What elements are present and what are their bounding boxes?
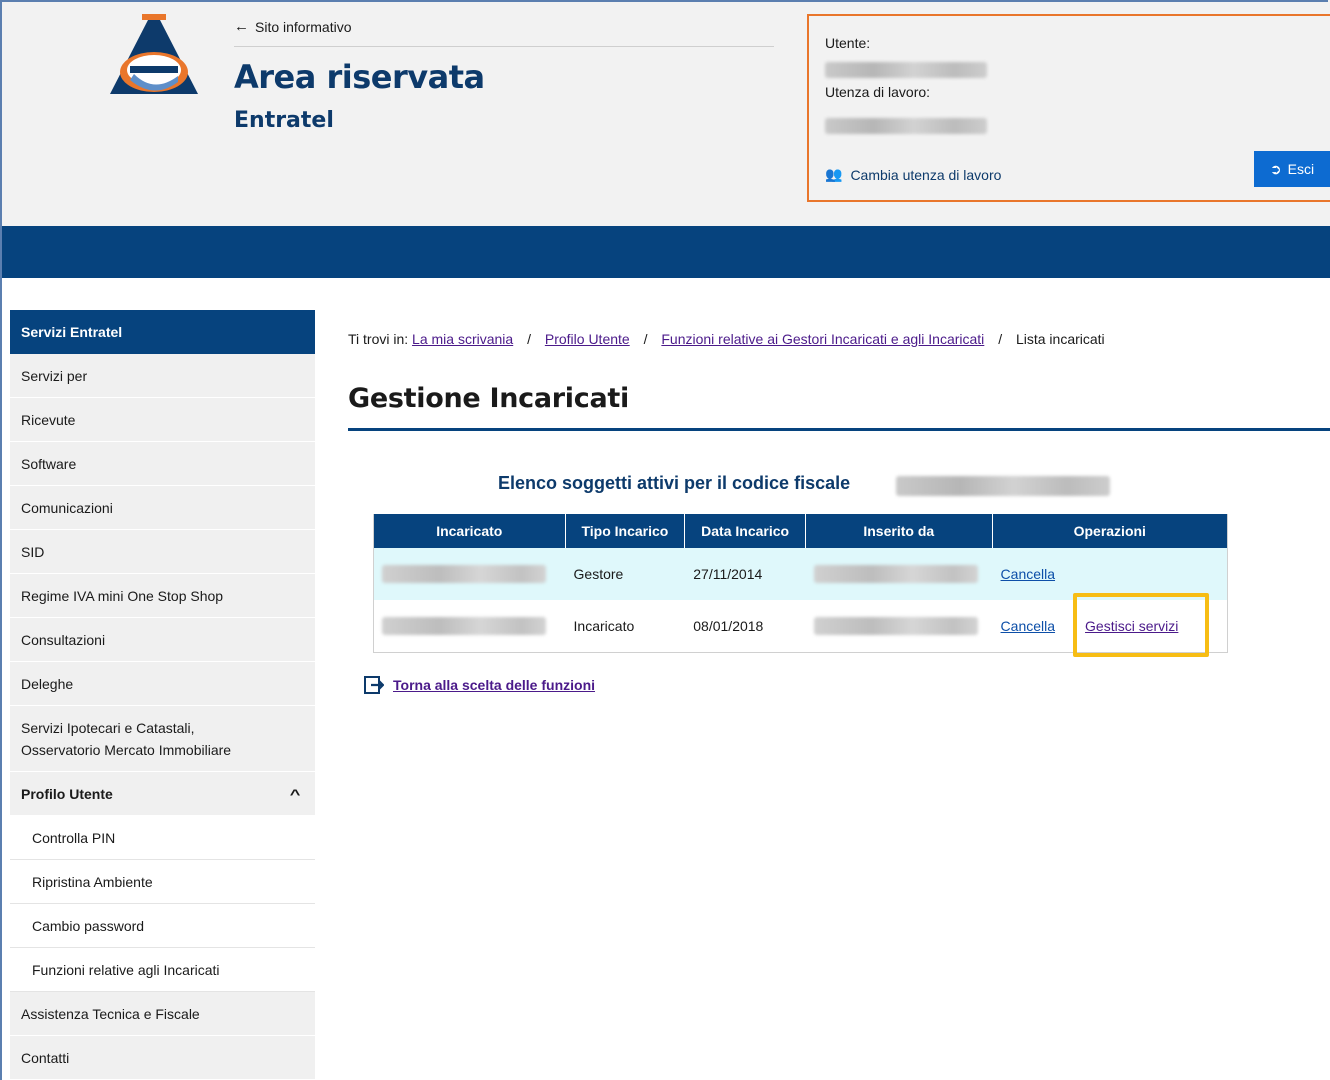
sidebar-heading[interactable]: Servizi Entratel [10,310,315,354]
cell-data: 08/01/2018 [693,618,764,634]
sidebar-item-sid[interactable]: SID [10,530,315,574]
utenza-label: Utenza di lavoro: [825,84,931,100]
cell-inserito [806,600,993,652]
sidebar-item-servizi-per[interactable]: Servizi per [10,354,315,398]
return-icon [364,676,384,694]
chevron-up-icon: ^ [289,785,301,802]
cell-inserito [806,548,993,600]
cell-incaricato [374,548,566,600]
th-incaricato: Incaricato [374,514,566,548]
title-rule [348,428,1330,431]
breadcrumb-scrivania[interactable]: La mia scrivania [412,331,513,347]
torna-label: Torna alla scelta delle funzioni [393,677,596,693]
esci-button[interactable]: ➲ Esci [1254,151,1330,187]
ipotecari-line1: Servizi Ipotecari e Catastali, [21,719,195,736]
inserito-redacted [813,617,978,635]
inserito-redacted [813,565,978,583]
utente-label: Utente: [825,35,871,51]
user-box: Utente: Utenza di lavoro: 👥 Cambia utenz… [807,14,1330,202]
ipotecari-line2: Osservatorio Mercato Immobiliare [21,741,232,758]
breadcrumb-funzioni[interactable]: Funzioni relative ai Gestori Incaricati … [661,331,984,347]
cell-tipo: Incaricato [573,618,635,634]
utente-code-redacted [825,62,987,78]
th-inserito: Inserito da [806,514,993,548]
sidebar-item-contatti[interactable]: Contatti [10,1036,315,1080]
sidebar-item-deleghe[interactable]: Deleghe [10,662,315,706]
list-heading: Elenco soggetti attivi per il codice fis… [498,473,851,493]
incaricato-redacted [382,617,546,635]
gestisci-servizi-highlight [1073,593,1209,657]
utenza-code-redacted [825,118,987,134]
sidebar-item-ricevute[interactable]: Ricevute [10,398,315,442]
cell-data: 27/11/2014 [693,566,763,582]
navigation-band [0,226,1330,278]
breadcrumb-prefix: Ti trovi in: [348,331,409,347]
cancella-link[interactable]: Cancella [1001,566,1055,582]
incaricato-redacted [382,565,546,583]
sidebar-item-comunicazioni[interactable]: Comunicazioni [10,486,315,530]
header-divider [234,46,774,47]
sidebar-subitem-ripristina[interactable]: Ripristina Ambiente [10,860,315,904]
sidebar-item-software[interactable]: Software [10,442,315,486]
th-operazioni: Operazioni [1073,523,1146,539]
ipotecari-label: Servizi Ipotecari e Catastali, Osservato… [21,717,231,761]
codice-fiscale-redacted [896,476,1110,496]
cell-tipo: Gestore [573,566,624,582]
th-tipo: Tipo Incarico [566,514,686,548]
breadcrumb-current: Lista incaricati [1015,331,1105,347]
torna-link[interactable]: Torna alla scelta delle funzioni [364,676,595,694]
sidebar-item-ipotecari[interactable]: Servizi Ipotecari e Catastali, Osservato… [10,706,315,772]
area-title: Area riservata [234,58,485,96]
page-title: Gestione Incaricati [348,383,629,414]
sidebar-item-regime-iva[interactable]: Regime IVA mini One Stop Shop [10,574,315,618]
page-header: ← Sito informativo Area riservata Entrat… [0,0,1330,226]
sidebar-item-consultazioni[interactable]: Consultazioni [10,618,315,662]
area-subtitle: Entratel [234,108,334,133]
sidebar-subitem-controlla-pin[interactable]: Controlla PIN [10,816,315,860]
esci-label: Esci [1287,161,1315,177]
profilo-label: Profilo Utente [21,785,113,802]
back-link-label: Sito informativo [255,18,352,35]
breadcrumb-profilo[interactable]: Profilo Utente [545,331,630,347]
sidebar: Servizi Entratel Servizi per Ricevute So… [10,310,315,1080]
breadcrumb-separator: / [643,331,648,347]
cell-incaricato [374,600,566,652]
sidebar-subitem-cambio-password[interactable]: Cambio password [10,904,315,948]
sign-out-icon: ➲ [1269,160,1282,177]
table-header: Incaricato Tipo Incarico Data Incarico I… [374,514,1227,548]
users-icon: 👥 [825,166,843,182]
arrow-left-icon: ← [234,18,249,35]
cambia-utenza-link[interactable]: 👥 Cambia utenza di lavoro [825,166,1001,183]
breadcrumb-separator: / [527,331,531,347]
agenzia-entrate-logo [110,14,198,94]
cambia-utenza-label: Cambia utenza di lavoro [850,166,1002,183]
sidebar-subitem-funzioni-incaricati[interactable]: Funzioni relative agli Incaricati [10,948,315,992]
breadcrumb-separator: / [998,331,1003,347]
sito-informativo-link[interactable]: ← Sito informativo [234,18,351,35]
sidebar-item-profilo-utente[interactable]: Profilo Utente ^ [10,772,315,816]
sidebar-item-assistenza[interactable]: Assistenza Tecnica e Fiscale [10,992,315,1036]
th-data: Data Incarico [685,514,806,548]
breadcrumb: Ti trovi in: La mia scrivania / Profilo … [348,331,1105,347]
cancella-link[interactable]: Cancella [1001,618,1055,634]
